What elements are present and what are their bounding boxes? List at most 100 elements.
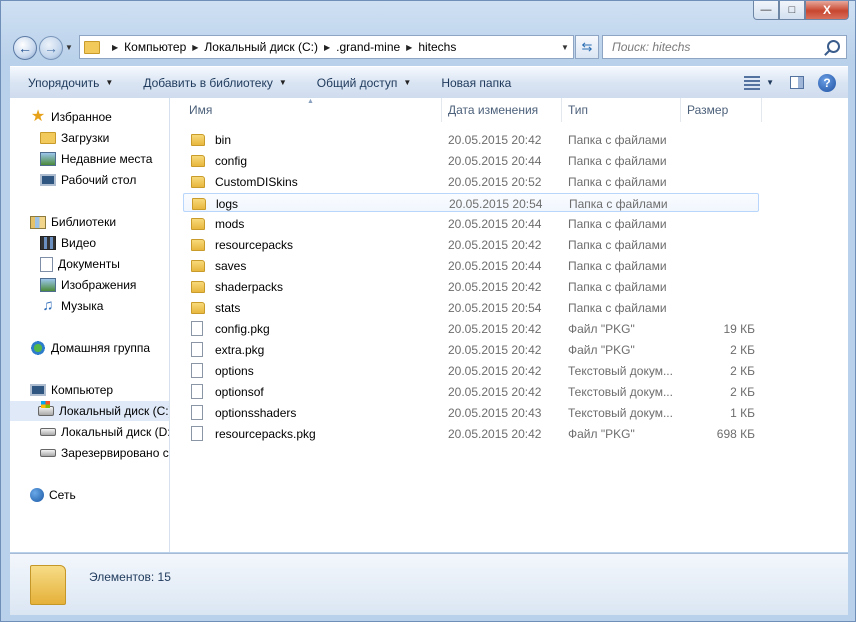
chevron-right-icon[interactable]: ▶ — [112, 43, 118, 52]
folder-icon — [191, 175, 205, 188]
column-header-type[interactable]: Тип — [562, 98, 681, 122]
file-size: 2 КБ — [730, 363, 755, 378]
file-date: 20.05.2015 20:42 — [448, 426, 542, 441]
nav-reserved-drive[interactable]: Зарезервировано системой — [40, 443, 169, 463]
back-arrow-icon: ← — [18, 40, 32, 56]
column-type-label: Тип — [568, 103, 589, 117]
nav-desktop[interactable]: Рабочий стол — [40, 170, 136, 190]
file-name: config.pkg — [215, 321, 270, 336]
back-button[interactable]: ← — [13, 36, 37, 60]
column-header-size[interactable]: Размер — [681, 98, 762, 122]
chevron-down-icon[interactable]: ▼ — [766, 78, 774, 87]
nav-libraries[interactable]: Библиотеки — [30, 212, 116, 232]
refresh-button[interactable]: ⇆ — [575, 35, 599, 59]
recent-pages-dropdown-icon[interactable]: ▼ — [65, 43, 73, 52]
nav-pictures[interactable]: Изображения — [40, 275, 136, 295]
file-icon — [191, 321, 203, 336]
file-name: optionsof — [215, 384, 264, 399]
table-row[interactable]: saves 20.05.2015 20:44 Папка с файлами — [183, 255, 759, 276]
nav-reserved-label: Зарезервировано системой — [61, 446, 169, 460]
column-header-date[interactable]: Дата изменения — [442, 98, 562, 122]
nav-recent-places[interactable]: Недавние места — [40, 149, 152, 169]
table-row[interactable]: bin 20.05.2015 20:42 Папка с файлами — [183, 129, 759, 150]
folder-icon — [30, 565, 66, 605]
organize-button[interactable]: Упорядочить ▼ — [10, 76, 125, 90]
folder-icon — [191, 259, 205, 272]
file-name: saves — [215, 258, 247, 273]
minimize-button[interactable]: — — [753, 1, 779, 20]
table-row[interactable]: stats 20.05.2015 20:54 Папка с файлами — [183, 297, 759, 318]
maximize-button[interactable]: □ — [779, 1, 805, 20]
folder-icon — [191, 133, 205, 146]
computer-icon — [30, 384, 46, 396]
nav-computer[interactable]: Компьютер — [30, 380, 113, 400]
view-options-icon[interactable] — [744, 75, 761, 90]
file-date: 20.05.2015 20:44 — [448, 216, 542, 231]
file-date: 20.05.2015 20:54 — [448, 300, 542, 315]
nav-downloads[interactable]: Загрузки — [40, 128, 109, 148]
table-row[interactable]: config 20.05.2015 20:44 Папка с файлами — [183, 150, 759, 171]
address-bar[interactable]: ▶ Компьютер ▶ Локальный диск (C:) ▶ .gra… — [79, 35, 574, 59]
address-dropdown-icon[interactable]: ▼ — [557, 43, 573, 52]
nav-network-label: Сеть — [49, 488, 76, 502]
file-type: Текстовый докум... — [568, 363, 673, 378]
table-row[interactable]: mods 20.05.2015 20:44 Папка с файлами — [183, 213, 759, 234]
file-name: resourcepacks — [215, 237, 294, 252]
column-size-label: Размер — [687, 103, 729, 117]
file-date: 20.05.2015 20:42 — [448, 384, 542, 399]
file-name: stats — [215, 300, 241, 315]
nav-favorites[interactable]: ★ Избранное — [30, 107, 112, 127]
breadcrumb-hitechs[interactable]: hitechs — [418, 40, 456, 54]
file-date: 20.05.2015 20:42 — [448, 321, 542, 336]
breadcrumb-drive-c[interactable]: Локальный диск (C:) — [204, 40, 318, 54]
share-button[interactable]: Общий доступ ▼ — [299, 76, 424, 90]
table-row[interactable]: shaderpacks 20.05.2015 20:42 Папка с фай… — [183, 276, 759, 297]
nav-network[interactable]: Сеть — [30, 485, 76, 505]
table-row[interactable]: options 20.05.2015 20:42 Текстовый докум… — [183, 360, 759, 381]
help-button[interactable]: ? — [818, 73, 836, 92]
breadcrumb-computer[interactable]: Компьютер — [124, 40, 186, 54]
file-name: logs — [216, 196, 239, 211]
preview-pane-icon[interactable] — [790, 76, 804, 89]
table-row[interactable]: optionsshaders 20.05.2015 20:43 Текстовы… — [183, 402, 759, 423]
chevron-right-icon[interactable]: ▶ — [406, 43, 412, 52]
chevron-right-icon[interactable]: ▶ — [192, 43, 198, 52]
navigation-pane: ★ Избранное Загрузки Недавние места Рабо… — [10, 98, 170, 552]
file-name: optionsshaders — [215, 405, 297, 420]
music-note-icon: ♫ — [42, 297, 54, 314]
breadcrumb-grand-mine[interactable]: .grand-mine — [336, 40, 400, 54]
nav-documents[interactable]: Документы — [40, 254, 120, 274]
file-date: 20.05.2015 20:42 — [448, 342, 542, 357]
file-size — [683, 150, 755, 171]
forward-button[interactable]: → — [39, 36, 63, 60]
search-placeholder: Поиск: hitechs — [612, 40, 691, 54]
search-input[interactable]: Поиск: hitechs — [602, 35, 847, 59]
nav-desktop-label: Рабочий стол — [61, 173, 137, 187]
table-row[interactable]: config.pkg 20.05.2015 20:42 Файл "PKG" 1… — [183, 318, 759, 339]
search-icon[interactable] — [827, 40, 840, 53]
file-size: 2 КБ — [730, 342, 755, 357]
table-row[interactable]: optionsof 20.05.2015 20:42 Текстовый док… — [183, 381, 759, 402]
network-icon — [30, 488, 44, 502]
add-to-library-button[interactable]: Добавить в библиотеку ▼ — [125, 76, 298, 90]
new-folder-button[interactable]: Новая папка — [423, 76, 523, 90]
table-row[interactable]: CustomDISkins 20.05.2015 20:52 Папка с ф… — [183, 171, 759, 192]
nav-drive-c[interactable]: Локальный диск (C:) — [10, 401, 169, 421]
close-button[interactable]: X — [805, 1, 849, 20]
column-header-name[interactable]: Имя — [183, 98, 442, 122]
chevron-right-icon[interactable]: ▶ — [324, 43, 330, 52]
table-row[interactable]: resourcepacks.pkg 20.05.2015 20:42 Файл … — [183, 423, 759, 444]
nav-drive-d[interactable]: Локальный диск (D:) — [40, 422, 169, 442]
nav-homegroup[interactable]: Домашняя группа — [30, 338, 150, 358]
libraries-icon — [30, 215, 46, 229]
table-row[interactable]: extra.pkg 20.05.2015 20:42 Файл "PKG" 2 … — [183, 339, 759, 360]
caption-buttons: — □ X — [753, 1, 849, 22]
table-row[interactable]: resourcepacks 20.05.2015 20:42 Папка с ф… — [183, 234, 759, 255]
table-row-hovered[interactable]: logs 20.05.2015 20:54 Папка с файлами — [183, 193, 759, 212]
file-type: Папка с файлами — [568, 216, 667, 231]
file-date: 20.05.2015 20:44 — [448, 258, 542, 273]
details-pane: Элементов: 15 — [10, 553, 848, 615]
nav-video[interactable]: Видео — [40, 233, 96, 253]
nav-music[interactable]: ♫ Музыка — [40, 296, 103, 316]
file-size — [684, 193, 756, 214]
